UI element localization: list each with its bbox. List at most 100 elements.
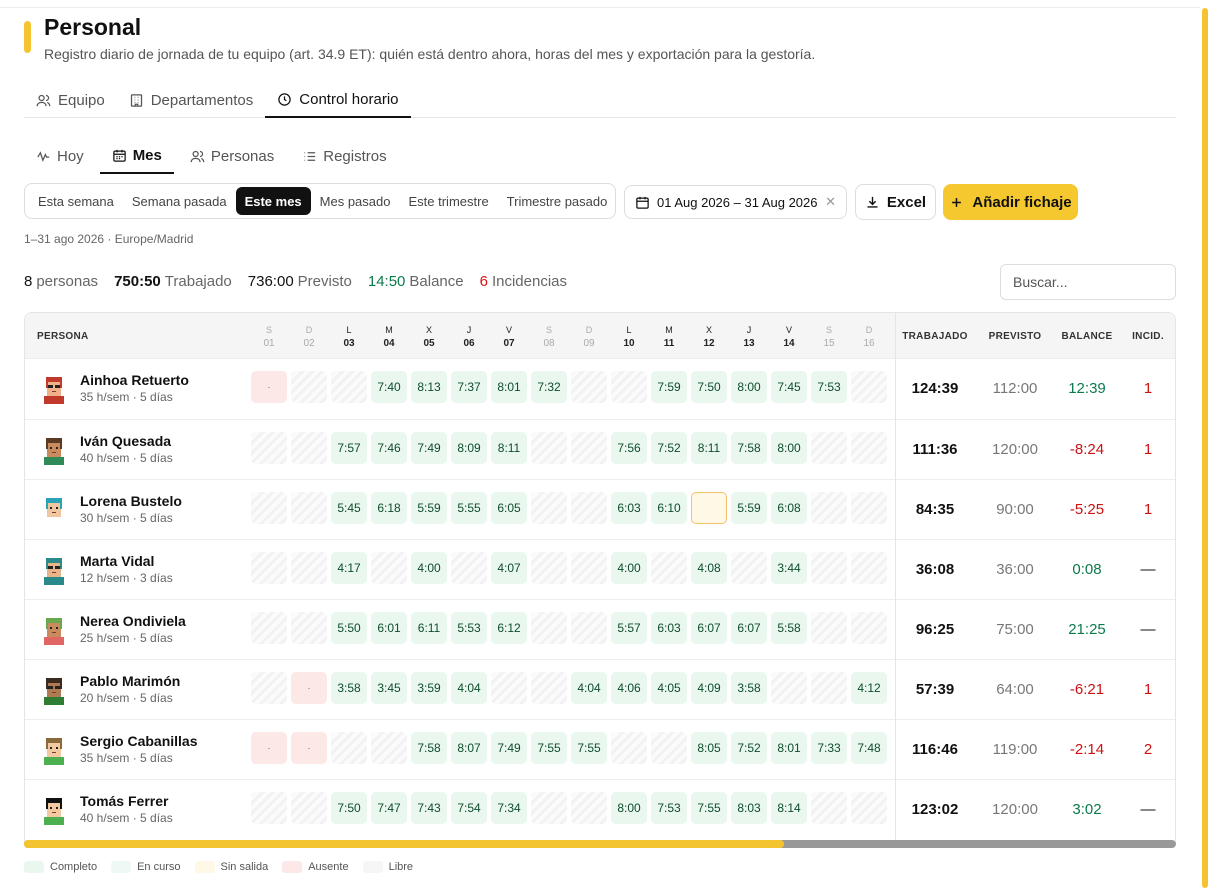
table-row[interactable]: Pablo Marimón 20 h/sem · 5 días · 3:58 3:45 3… <box>25 659 1175 719</box>
scrollbar-thumb[interactable] <box>24 840 784 848</box>
day-cell-complete[interactable]: 7:50 <box>331 792 367 824</box>
day-cell-complete[interactable]: 4:06 <box>611 672 647 704</box>
person-name[interactable]: Nerea Ondiviela <box>80 613 186 629</box>
day-cell-complete[interactable]: 8:01 <box>771 732 807 764</box>
day-cell-complete[interactable]: 7:32 <box>531 371 567 403</box>
day-cell-free[interactable] <box>251 432 287 464</box>
day-cell-free[interactable] <box>811 492 847 524</box>
vertical-scrollbar[interactable] <box>1202 8 1208 888</box>
range-este-mes[interactable]: Este mes <box>235 187 311 215</box>
day-cell-complete[interactable]: 6:08 <box>771 492 807 524</box>
day-cell-complete[interactable]: 7:46 <box>371 432 407 464</box>
day-cell-complete[interactable]: 7:52 <box>651 432 687 464</box>
day-cell-complete[interactable]: 7:53 <box>811 371 847 403</box>
day-cell-complete[interactable]: 6:03 <box>611 492 647 524</box>
day-cell-complete[interactable]: 8:03 <box>731 792 767 824</box>
day-cell-free[interactable] <box>251 492 287 524</box>
tab-equipo[interactable]: Equipo <box>24 82 117 118</box>
day-cell-complete[interactable]: 7:34 <box>491 792 527 824</box>
day-cell-free[interactable] <box>851 492 887 524</box>
day-cell-free[interactable] <box>851 432 887 464</box>
day-cell-complete[interactable]: 6:01 <box>371 612 407 644</box>
day-cell-complete[interactable]: 5:50 <box>331 612 367 644</box>
day-cell-free[interactable] <box>851 792 887 824</box>
table-row[interactable]: Tomás Ferrer 40 h/sem · 5 días 7:50 7:47 7:4… <box>25 779 1175 839</box>
day-cell-complete[interactable]: 7:54 <box>451 792 487 824</box>
day-cell-complete[interactable]: 6:07 <box>691 612 727 644</box>
day-cell-free[interactable] <box>251 792 287 824</box>
day-cell-free[interactable] <box>811 672 847 704</box>
day-cell-complete[interactable]: 5:55 <box>451 492 487 524</box>
day-cell-free[interactable] <box>651 552 687 584</box>
day-cell-complete[interactable]: 7:58 <box>411 732 447 764</box>
search-input[interactable] <box>1000 264 1176 300</box>
day-cell-complete[interactable]: 5:45 <box>331 492 367 524</box>
day-cell-free[interactable] <box>731 552 767 584</box>
day-cell-complete[interactable]: 8:11 <box>491 432 527 464</box>
range-semana-pasada[interactable]: Semana pasada <box>123 187 236 215</box>
day-cell-complete[interactable]: 4:17 <box>331 552 367 584</box>
day-cell-complete[interactable]: 8:00 <box>731 371 767 403</box>
day-cell-free[interactable] <box>291 432 327 464</box>
day-cell-complete[interactable]: 7:49 <box>491 732 527 764</box>
day-cell-free[interactable] <box>531 432 567 464</box>
day-cell-free[interactable] <box>291 552 327 584</box>
person-name[interactable]: Pablo Marimón <box>80 673 180 689</box>
subtab-personas[interactable]: Personas <box>178 138 286 174</box>
day-cell-free[interactable] <box>571 371 607 403</box>
tab-control-horario[interactable]: Control horario <box>265 82 411 118</box>
day-cell-complete[interactable]: 8:00 <box>611 792 647 824</box>
table-row[interactable]: Nerea Ondiviela 25 h/sem · 5 días 5:50 6:01… <box>25 599 1175 659</box>
day-cell-complete[interactable]: 6:10 <box>651 492 687 524</box>
day-cell-complete[interactable]: 4:04 <box>571 672 607 704</box>
day-cell-complete[interactable]: 8:01 <box>491 371 527 403</box>
day-cell-complete[interactable]: 4:05 <box>651 672 687 704</box>
day-cell-free[interactable] <box>531 672 567 704</box>
person-name[interactable]: Ainhoa Retuerto <box>80 372 189 388</box>
day-cell-complete[interactable]: 7:40 <box>371 371 407 403</box>
day-cell-free[interactable] <box>531 552 567 584</box>
day-cell-complete[interactable]: 8:13 <box>411 371 447 403</box>
day-cell-free[interactable] <box>371 732 407 764</box>
day-cell-complete[interactable]: 8:07 <box>451 732 487 764</box>
table-row[interactable]: Marta Vidal 12 h/sem · 3 días 4:17 4:00 4:07… <box>25 539 1175 599</box>
day-cell-complete[interactable]: 6:18 <box>371 492 407 524</box>
range-esta-semana[interactable]: Esta semana <box>29 187 123 215</box>
person-name[interactable]: Iván Quesada <box>80 433 171 449</box>
table-row[interactable]: Lorena Bustelo 30 h/sem · 5 días 5:45 6:18 5… <box>25 479 1175 539</box>
day-cell-free[interactable] <box>531 792 567 824</box>
day-cell-free[interactable] <box>571 612 607 644</box>
day-cell-complete[interactable]: 5:59 <box>731 492 767 524</box>
day-cell-complete[interactable]: 8:00 <box>771 432 807 464</box>
day-cell-free[interactable] <box>571 432 607 464</box>
day-cell-free[interactable] <box>611 371 647 403</box>
day-cell-complete[interactable]: 7:47 <box>371 792 407 824</box>
person-name[interactable]: Lorena Bustelo <box>80 493 182 509</box>
person-name[interactable]: Tomás Ferrer <box>80 793 168 809</box>
clear-icon[interactable]: ✕ <box>825 194 836 210</box>
subtab-registros[interactable]: Registros <box>290 138 398 174</box>
day-cell-free[interactable] <box>851 552 887 584</box>
horizontal-scrollbar[interactable] <box>24 840 1176 848</box>
day-cell-free[interactable] <box>291 792 327 824</box>
day-cell-complete[interactable]: 6:12 <box>491 612 527 644</box>
day-cell-complete[interactable]: 4:00 <box>411 552 447 584</box>
day-cell-free[interactable] <box>651 732 687 764</box>
day-cell-free[interactable] <box>331 732 367 764</box>
day-cell-free[interactable] <box>571 492 607 524</box>
day-cell-complete[interactable]: 6:03 <box>651 612 687 644</box>
day-cell-free[interactable] <box>811 432 847 464</box>
day-cell-free[interactable] <box>291 612 327 644</box>
day-cell-complete[interactable]: 4:04 <box>451 672 487 704</box>
excel-export-button[interactable]: Excel <box>855 184 936 220</box>
day-cell-complete[interactable]: 3:58 <box>331 672 367 704</box>
day-cell-free[interactable] <box>531 492 567 524</box>
day-cell-free[interactable] <box>291 371 327 403</box>
day-cell-free[interactable] <box>811 792 847 824</box>
day-cell-free[interactable] <box>571 552 607 584</box>
person-name[interactable]: Sergio Cabanillas <box>80 733 197 749</box>
day-cell-complete[interactable]: 7:43 <box>411 792 447 824</box>
day-cell-absent[interactable]: · <box>251 732 287 764</box>
day-cell-free[interactable] <box>331 371 367 403</box>
day-cell-complete[interactable]: 8:05 <box>691 732 727 764</box>
